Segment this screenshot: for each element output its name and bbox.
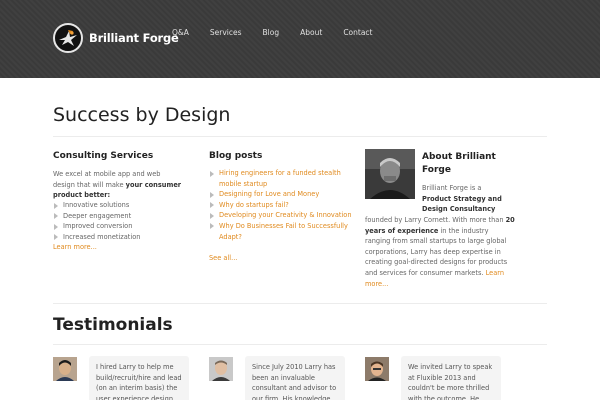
consulting-benefits-list: Innovative solutions Deeper engagement I… — [53, 200, 183, 242]
consulting-learn-more-link[interactable]: Learn more... — [53, 242, 97, 253]
nav-blog[interactable]: Blog — [263, 28, 280, 37]
logo-text: Brilliant Forge — [89, 31, 179, 45]
testimonial-quote: Since July 2010 Larry has been an invalu… — [245, 356, 345, 400]
site-logo[interactable]: Brilliant Forge — [53, 22, 179, 54]
testimonials-title: Testimonials — [53, 315, 173, 335]
about-text-bottom: founded by Larry Cornett. With more than… — [365, 216, 515, 288]
divider — [53, 136, 547, 137]
avatar — [53, 357, 77, 381]
about-title: About Brilliant Forge — [422, 152, 496, 175]
forge-spark-icon — [53, 23, 83, 53]
testimonial-quote: We invited Larry to speak at Fluxible 20… — [401, 356, 501, 400]
divider — [53, 344, 547, 345]
site-header: Brilliant Forge Q&A Services Blog About … — [0, 0, 600, 78]
nav-about[interactable]: About — [300, 28, 322, 37]
blog-title: Blog posts — [209, 151, 263, 161]
benefit-item: Improved conversion — [53, 221, 183, 232]
benefit-item: Increased monetization — [53, 232, 183, 243]
larry-cornett-photo — [365, 149, 415, 199]
blog-post-link[interactable]: Why Do Businesses Fail to Successfully A… — [209, 221, 354, 242]
blog-post-link[interactable]: Hiring engineers for a funded stealth mo… — [209, 168, 354, 189]
nav-contact[interactable]: Contact — [343, 28, 372, 37]
avatar — [365, 357, 389, 381]
blog-post-link[interactable]: Developing your Creativity & Innovation — [209, 210, 354, 221]
avatar — [209, 357, 233, 381]
about-text-top: Brilliant Forge is a Product Strategy an… — [422, 184, 502, 214]
page-title: Success by Design — [53, 104, 231, 126]
nav-services[interactable]: Services — [210, 28, 242, 37]
divider — [53, 303, 547, 304]
blog-post-link[interactable]: Why do startups fail? — [209, 200, 354, 211]
consulting-intro: We excel at mobile app and web design th… — [53, 170, 182, 200]
main-nav: Q&A Services Blog About Contact — [172, 28, 394, 37]
testimonial-quote: I hired Larry to help me build/recruit/h… — [89, 356, 189, 400]
blog-see-all-link[interactable]: See all... — [209, 253, 237, 264]
blog-post-list: Hiring engineers for a funded stealth mo… — [209, 168, 354, 242]
nav-qa[interactable]: Q&A — [172, 28, 189, 37]
benefit-item: Deeper engagement — [53, 211, 183, 222]
consulting-title: Consulting Services — [53, 151, 154, 161]
benefit-item: Innovative solutions — [53, 200, 183, 211]
blog-post-link[interactable]: Designing for Love and Money — [209, 189, 354, 200]
